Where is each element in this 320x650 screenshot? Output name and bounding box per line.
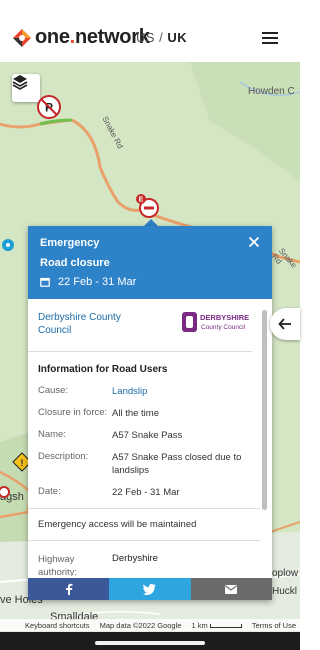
popup-header: Emergency Road closure 22 Feb - 31 Mar	[28, 226, 272, 299]
info-row-name: Name: A57 Snake Pass	[38, 429, 250, 442]
closure-value: All the time	[112, 408, 159, 419]
access-note: Emergency access will be maintained	[28, 508, 260, 541]
incident-date-range: 22 Feb - 31 Mar	[58, 276, 137, 288]
map-attribution: Keyboard shortcuts Map data ©2022 Google…	[0, 619, 300, 631]
layers-icon	[12, 75, 28, 90]
info-row-description: Description: A57 Snake Pass closed due t…	[38, 451, 250, 477]
info-row-date: Date: 22 Feb - 31 Mar	[38, 486, 250, 499]
map-label-huckl: Huckl	[272, 586, 298, 597]
date-label: Date:	[38, 486, 61, 497]
home-indicator[interactable]	[95, 641, 205, 645]
map-scale: 1 km	[191, 621, 242, 630]
authority-row: Highway authority: Derbyshire	[28, 541, 260, 576]
svg-text:!: !	[21, 458, 24, 468]
authority-label: Highway authority:	[38, 554, 78, 576]
twitter-icon	[143, 583, 156, 595]
cause-link[interactable]: Landslip	[112, 385, 250, 398]
region-switcher[interactable]: US / UK	[136, 30, 187, 45]
hamburger-menu-icon[interactable]	[262, 32, 278, 44]
incident-popup: Emergency Road closure 22 Feb - 31 Mar D…	[28, 226, 272, 600]
cause-label: Cause:	[38, 385, 69, 396]
name-value: A57 Snake Pass	[112, 430, 183, 441]
mail-icon	[225, 584, 238, 594]
share-bar	[28, 578, 272, 600]
incident-type: Road closure	[40, 257, 110, 269]
parking-restriction-marker-icon[interactable]: P	[36, 94, 62, 120]
share-email-button[interactable]	[190, 578, 272, 600]
info-row-closure: Closure in force: All the time	[38, 407, 250, 420]
council-link[interactable]: Derbyshire County Council	[38, 311, 128, 337]
date-value: 22 Feb - 31 Mar	[112, 487, 180, 498]
keyboard-shortcuts-link[interactable]: Keyboard shortcuts	[25, 621, 90, 630]
svg-text:County Council: County Council	[201, 324, 246, 331]
authority-value: Derbyshire	[112, 553, 158, 564]
popup-scrollbar[interactable]	[262, 310, 267, 510]
incident-dates: 22 Feb - 31 Mar	[40, 276, 260, 288]
one-network-logo[interactable]: one.network	[12, 26, 150, 49]
closure-label: Closure in force:	[38, 407, 108, 418]
description-label: Description:	[38, 451, 89, 462]
map-label-oplow: oplow	[272, 568, 299, 579]
section-title: Information for Road Users	[38, 364, 168, 375]
share-twitter-button[interactable]	[109, 578, 191, 600]
name-label: Name:	[38, 429, 66, 440]
map-data-credit: Map data ©2022 Google	[99, 620, 182, 630]
info-row-cause: Cause: Landslip	[38, 385, 250, 398]
info-list: Cause: Landslip Closure in force: All th…	[28, 385, 260, 499]
share-facebook-button[interactable]	[28, 578, 110, 600]
council-logo: DERBYSHIRE County Council	[182, 312, 249, 332]
side-panel-toggle-button[interactable]	[270, 308, 300, 340]
svg-text:E: E	[139, 197, 144, 204]
facebook-icon	[65, 583, 73, 595]
council-row: Derbyshire County Council DERBYSHIRE Cou…	[28, 299, 252, 352]
region-uk-current: UK	[167, 30, 188, 45]
description-value: A57 Snake Pass closed due to landslips	[112, 452, 242, 476]
region-us-link[interactable]: US /	[136, 30, 163, 45]
logo-mark-icon	[13, 28, 31, 47]
incident-category: Emergency	[40, 237, 100, 249]
svg-text:DERBYSHIRE: DERBYSHIRE	[200, 313, 249, 322]
road-closure-marker-icon[interactable]: E	[134, 192, 162, 220]
event-marker-icon[interactable]	[0, 485, 12, 499]
arrow-left-icon	[278, 318, 291, 330]
popup-body[interactable]: Derbyshire County Council DERBYSHIRE Cou…	[28, 299, 260, 576]
poi-marker-icon[interactable]	[0, 237, 16, 253]
map-label-howden: Howden C	[248, 86, 295, 97]
terms-of-use-link[interactable]: Terms of Use	[252, 621, 296, 630]
calendar-icon	[40, 277, 50, 287]
logo-text: one.network	[35, 26, 150, 48]
close-icon[interactable]	[248, 236, 260, 248]
